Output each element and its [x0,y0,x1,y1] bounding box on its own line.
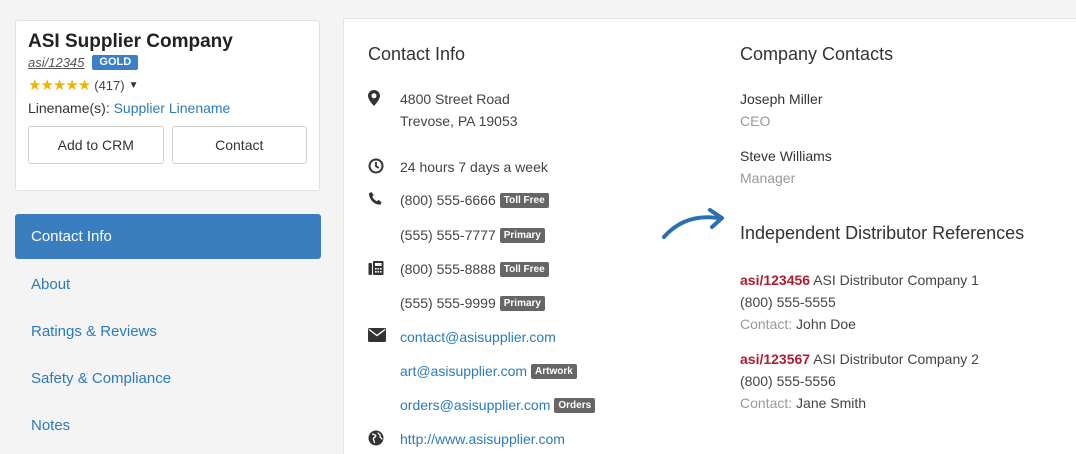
contact-button[interactable]: Contact [171,126,307,164]
email-link[interactable]: contact@asisupplier.com [400,329,556,345]
fax-number: (800) 555-8888 [400,261,496,277]
address-row: 4800 Street Road Trevose, PA 19053 [368,88,518,132]
clock-icon [368,158,390,174]
linename-label: Linename(s): [28,100,110,116]
main-panel: Contact Info 4800 Street Road Trevose, P… [343,18,1076,454]
email-link[interactable]: art@asisupplier.com [400,363,527,379]
supplier-name: ASI Supplier Company [28,31,233,52]
phone-tag: Toll Free [499,193,549,208]
add-to-crm-button[interactable]: Add to CRM [28,126,164,164]
distributor-references-title: Independent Distributor References [740,223,1025,243]
website-row: http://www.asisupplier.com [368,428,565,450]
email-link[interactable]: orders@asisupplier.com [400,397,550,413]
reference-asi-number[interactable]: asi/123567 [740,351,810,367]
nav-item-about[interactable]: About [15,261,321,308]
company-contacts-title: Company Contacts [740,44,894,64]
fax-tag: Primary [499,296,545,311]
reference-company: ASI Distributor Company 2 [813,351,979,367]
website-link[interactable]: http://www.asisupplier.com [400,431,565,447]
company-contact-item: Steve Williams Manager [740,145,832,189]
fax-row-1: (800) 555-8888 Toll Free [368,258,549,280]
email-row-2: art@asisupplier.com Artwork [368,360,577,382]
email-row-1: contact@asisupplier.com [368,326,556,348]
star-rating-icon: ★★★★★ [28,77,91,94]
email-row-3: orders@asisupplier.com Orders [368,394,596,416]
reference-item: asi/123456 ASI Distributor Company 1 (80… [740,269,979,335]
phone-row-2: (555) 555-7777 Primary [368,224,545,246]
nav-item-safety-compliance[interactable]: Safety & Compliance [15,355,321,402]
fax-tag: Toll Free [499,262,549,277]
reference-contact-name: John Doe [796,316,856,332]
supplier-card: ASI Supplier Company asi/12345 GOLD ★★★★… [15,20,320,191]
reference-contact-name: Jane Smith [796,395,867,411]
phone-tag: Primary [499,228,545,243]
phone-number[interactable]: (555) 555-7777 [400,227,496,243]
reference-asi-number[interactable]: asi/123456 [740,272,810,288]
phone-icon [368,191,390,206]
asi-row: asi/12345 GOLD [28,55,307,70]
reference-company: ASI Distributor Company 1 [813,272,979,288]
reference-phone: (800) 555-5556 [740,373,836,389]
side-nav: Contact Info About Ratings & Reviews Saf… [15,214,321,449]
reference-contact-label: Contact: [740,395,793,411]
fax-row-2: (555) 555-9999 Primary [368,292,545,314]
email-tag: Artwork [531,364,577,379]
nav-item-ratings-reviews[interactable]: Ratings & Reviews [15,308,321,355]
map-marker-icon [368,90,390,106]
contact-info-title: Contact Info [368,44,466,64]
reference-item: asi/123567 ASI Distributor Company 2 (80… [740,348,979,414]
phone-number[interactable]: (800) 555-6666 [400,192,496,208]
hours-text: 24 hours 7 days a week [400,159,548,175]
linename-row: Linename(s): Supplier Linename [28,100,307,116]
fax-icon [368,260,390,276]
reference-phone: (800) 555-5555 [740,294,836,310]
contact-name: Joseph Miller [740,91,823,107]
fax-number: (555) 555-9999 [400,295,496,311]
hours-row: 24 hours 7 days a week [368,156,548,178]
gold-badge: GOLD [92,55,139,70]
rating-count: (417) [94,77,125,93]
nav-item-contact-info[interactable]: Contact Info [15,214,321,259]
linename-link[interactable]: Supplier Linename [114,100,231,116]
contact-role: CEO [740,113,771,129]
rating-row[interactable]: ★★★★★ (417) ▼ [28,76,307,94]
reference-contact-label: Contact: [740,316,793,332]
contact-role: Manager [740,170,796,186]
company-contact-item: Joseph Miller CEO [740,88,822,132]
address-line2: Trevose, PA 19053 [400,113,518,129]
phone-row-1: (800) 555-6666 Toll Free [368,189,549,211]
caret-down-icon[interactable]: ▼ [129,80,139,91]
supplier-actions: Add to CRM Contact [28,126,307,164]
curved-arrow-icon [662,208,724,239]
envelope-icon [368,328,390,342]
nav-item-notes[interactable]: Notes [15,402,321,449]
globe-icon [368,430,390,446]
address-line1: 4800 Street Road [400,91,510,107]
email-tag: Orders [554,398,596,413]
supplier-asi-number[interactable]: asi/12345 [28,55,84,70]
contact-name: Steve Williams [740,148,832,164]
